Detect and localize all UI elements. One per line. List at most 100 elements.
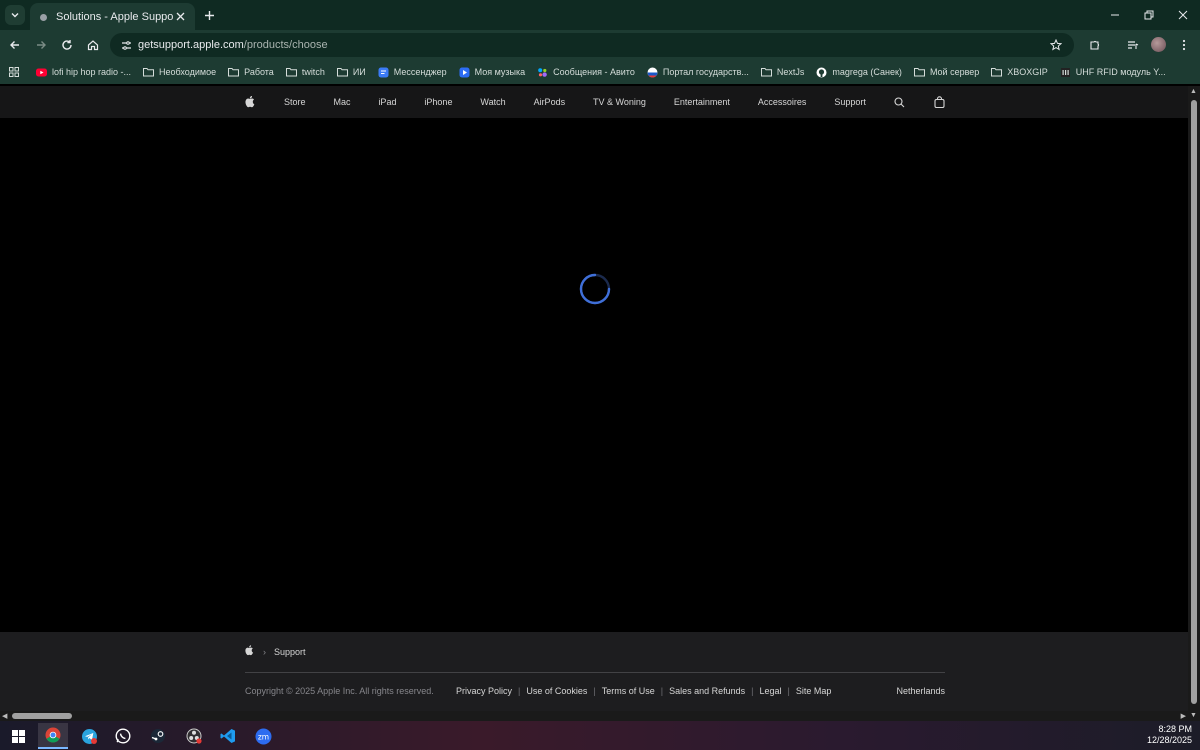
footer-link-privacy[interactable]: Privacy Policy bbox=[456, 686, 512, 696]
bookmark-label: magrega (Санек) bbox=[832, 67, 902, 77]
bookmark-label: twitch bbox=[301, 67, 325, 77]
nav-airpods[interactable]: AirPods bbox=[534, 97, 566, 107]
nav-store[interactable]: Store bbox=[284, 97, 306, 107]
bookmark-label: Моя музыка bbox=[474, 67, 526, 77]
bookmark-star-button[interactable] bbox=[1048, 37, 1064, 53]
taskbar-steam[interactable] bbox=[143, 723, 173, 749]
footer-link-cookies[interactable]: Use of Cookies bbox=[526, 686, 587, 696]
windows-taskbar: zm 8:28 PM 12/28/2025 bbox=[0, 721, 1200, 750]
footer-legal-links: Privacy Policy | Use of Cookies | Terms … bbox=[456, 686, 831, 696]
minimize-button[interactable] bbox=[1098, 0, 1132, 30]
profile-avatar[interactable] bbox=[1151, 37, 1166, 52]
close-window-button[interactable] bbox=[1166, 0, 1200, 30]
back-button[interactable] bbox=[6, 36, 24, 54]
start-button[interactable] bbox=[3, 723, 33, 749]
bookmark-label: NextJs bbox=[776, 67, 805, 77]
bookmark-label: XBOXGIP bbox=[1007, 67, 1048, 77]
address-bar[interactable]: getsupport.apple.com/products/choose bbox=[110, 33, 1074, 57]
kebab-menu-icon bbox=[1182, 39, 1186, 51]
bookmark-gov-portal[interactable]: Портал государств... bbox=[641, 62, 755, 82]
chevron-down-icon bbox=[11, 13, 19, 18]
taskbar-zoom[interactable]: zm bbox=[248, 723, 278, 749]
taskbar-obs[interactable] bbox=[179, 723, 209, 749]
star-icon bbox=[1050, 39, 1062, 51]
folder-icon bbox=[913, 67, 925, 78]
nav-iphone[interactable]: iPhone bbox=[424, 97, 452, 107]
music-icon bbox=[459, 67, 470, 78]
media-controls-button[interactable] bbox=[1124, 36, 1142, 54]
active-tab[interactable]: Solutions - Apple Support bbox=[30, 3, 195, 30]
search-icon[interactable] bbox=[894, 96, 906, 108]
bookmark-lofi[interactable]: lofi hip hop radio -... bbox=[30, 62, 137, 82]
bookmark-folder-nextjs[interactable]: NextJs bbox=[755, 62, 811, 82]
nav-watch[interactable]: Watch bbox=[480, 97, 505, 107]
obs-icon bbox=[186, 728, 202, 744]
bookmark-folder-twitch[interactable]: twitch bbox=[280, 62, 331, 82]
restore-button[interactable] bbox=[1132, 0, 1166, 30]
breadcrumb-support[interactable]: Support bbox=[274, 647, 306, 657]
bookmark-rfid[interactable]: UHF RFID модуль Y... bbox=[1054, 62, 1172, 82]
shopping-bag-icon[interactable] bbox=[934, 96, 946, 108]
footer-country-selector[interactable]: Netherlands bbox=[896, 686, 945, 696]
tab-close-button[interactable] bbox=[173, 10, 187, 24]
scroll-right-icon[interactable]: ▶ bbox=[1181, 712, 1186, 720]
horizontal-scrollbar[interactable]: ◀ ▶ bbox=[0, 711, 1188, 721]
bookmark-folder-ii[interactable]: ИИ bbox=[331, 62, 372, 82]
taskbar-chrome[interactable] bbox=[38, 723, 68, 749]
bookmark-avito[interactable]: Сообщения - Авито bbox=[531, 62, 641, 82]
taskbar-vscode[interactable] bbox=[213, 723, 243, 749]
taskbar-whatsapp[interactable] bbox=[108, 723, 138, 749]
site-settings-icon[interactable] bbox=[118, 37, 134, 53]
nav-accessories[interactable]: Accessoires bbox=[758, 97, 807, 107]
nav-support[interactable]: Support bbox=[834, 97, 866, 107]
apple-favicon-icon bbox=[38, 12, 48, 22]
reload-button[interactable] bbox=[58, 36, 76, 54]
extensions-button[interactable] bbox=[1086, 36, 1104, 54]
svg-text:zm: zm bbox=[257, 732, 268, 741]
github-icon bbox=[816, 67, 827, 78]
vertical-scroll-thumb[interactable] bbox=[1191, 100, 1197, 704]
bookmark-folder-rabota[interactable]: Работа bbox=[222, 62, 280, 82]
taskbar-telegram[interactable] bbox=[74, 723, 104, 749]
footer-link-sitemap[interactable]: Site Map bbox=[796, 686, 832, 696]
apple-logo-icon[interactable] bbox=[244, 96, 256, 108]
footer-link-sales[interactable]: Sales and Refunds bbox=[669, 686, 745, 696]
forward-button[interactable] bbox=[32, 36, 50, 54]
bookmarks-bar: lofi hip hop radio -... Необходимое Рабо… bbox=[0, 60, 1200, 84]
nav-mac[interactable]: Mac bbox=[333, 97, 350, 107]
grid-icon bbox=[8, 67, 19, 78]
bookmark-messenger[interactable]: Мессенджер bbox=[372, 62, 453, 82]
browser-menu-button[interactable] bbox=[1175, 36, 1193, 54]
close-icon bbox=[176, 12, 184, 21]
bookmark-folder-xboxgip[interactable]: XBOXGIP bbox=[985, 62, 1054, 82]
vertical-scrollbar[interactable]: ▲ ▼ bbox=[1188, 86, 1200, 721]
scroll-up-icon[interactable]: ▲ bbox=[1190, 88, 1197, 95]
bookmark-folder-server[interactable]: Мой сервер bbox=[908, 62, 985, 82]
home-button[interactable] bbox=[84, 36, 102, 54]
horizontal-scroll-thumb[interactable] bbox=[12, 713, 72, 719]
new-tab-button[interactable] bbox=[200, 6, 218, 24]
bookmark-folder-neobhodimoe[interactable]: Необходимое bbox=[137, 62, 222, 82]
apps-button[interactable] bbox=[8, 62, 30, 82]
scroll-left-icon[interactable]: ◀ bbox=[2, 712, 7, 720]
windows-start-icon bbox=[11, 729, 25, 743]
link-separator: | bbox=[518, 686, 521, 696]
bookmark-github[interactable]: magrega (Санек) bbox=[810, 62, 908, 82]
whatsapp-icon bbox=[115, 728, 131, 744]
footer-link-legal[interactable]: Legal bbox=[760, 686, 782, 696]
nav-ipad[interactable]: iPad bbox=[378, 97, 396, 107]
bookmark-music[interactable]: Моя музыка bbox=[453, 62, 532, 82]
avito-icon bbox=[537, 67, 548, 78]
nav-entertainment[interactable]: Entertainment bbox=[674, 97, 730, 107]
nav-tv-home[interactable]: TV & Woning bbox=[593, 97, 646, 107]
scroll-down-icon[interactable]: ▼ bbox=[1190, 712, 1197, 719]
playlist-icon bbox=[1128, 41, 1139, 49]
footer-link-terms[interactable]: Terms of Use bbox=[602, 686, 655, 696]
system-clock[interactable]: 8:28 PM 12/28/2025 bbox=[1147, 724, 1192, 746]
close-icon bbox=[1178, 10, 1188, 20]
tab-title: Solutions - Apple Support bbox=[56, 10, 173, 23]
tab-search-button[interactable] bbox=[5, 5, 25, 25]
apple-logo-icon[interactable] bbox=[245, 645, 255, 658]
url-host: getsupport.apple.com bbox=[138, 39, 244, 51]
bookmark-label: lofi hip hop radio -... bbox=[52, 67, 132, 77]
